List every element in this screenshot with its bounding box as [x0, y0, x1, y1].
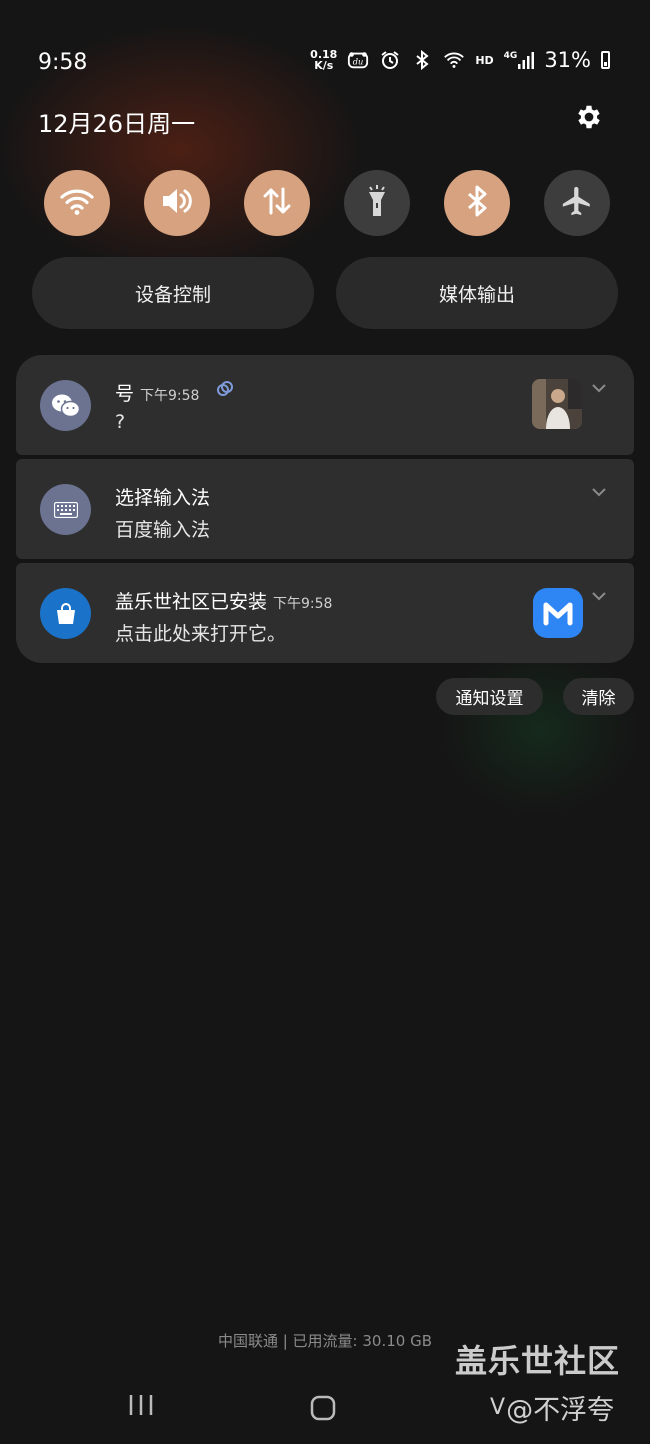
mobile-data-toggle[interactable] — [244, 170, 310, 236]
settings-gear-icon[interactable] — [572, 100, 606, 134]
notification-time: 下午9:58 — [140, 388, 200, 404]
svg-text:du: du — [353, 57, 364, 67]
notification-title: 盖乐世社区已安装 下午9:58 — [115, 587, 332, 614]
wifi-icon — [443, 49, 465, 71]
device-control-button[interactable]: 设备控制 — [32, 257, 314, 329]
flashlight-icon — [365, 184, 389, 222]
alarm-icon — [379, 49, 401, 71]
watermark-title: 盖乐世社区 — [455, 1342, 621, 1380]
keyboard-icon — [40, 484, 91, 535]
notification-title: 号下午9:58 — [115, 379, 234, 406]
wechat-icon — [40, 380, 91, 431]
baidu-input-icon: du — [347, 49, 369, 71]
notification-settings-label: 通知设置 — [455, 689, 524, 709]
home-button[interactable] — [309, 1394, 337, 1426]
notification-wechat[interactable]: 号下午9:58 ? — [16, 355, 634, 455]
expand-chevron-icon[interactable] — [590, 379, 608, 397]
weibo-v-icon: V — [490, 1395, 506, 1420]
bluetooth-icon — [411, 49, 433, 71]
media-output-label: 媒体输出 — [438, 283, 515, 306]
notification-app-installed[interactable]: 盖乐世社区已安装 下午9:58 点击此处来打开它。 — [16, 563, 634, 663]
notification-title-text: 号 — [115, 383, 135, 405]
signal-icon: 4G — [504, 51, 535, 69]
wifi-icon — [59, 186, 95, 220]
net-speed-unit: K/s — [314, 59, 334, 72]
device-control-label: 设备控制 — [134, 283, 211, 306]
notification-body: ? — [115, 411, 126, 433]
notification-body: 点击此处来打开它。 — [115, 623, 287, 645]
notification-time: 下午9:58 — [273, 596, 333, 612]
clear-button[interactable]: 清除 — [563, 678, 634, 715]
clear-label: 清除 — [581, 689, 616, 709]
notification-settings-button[interactable]: 通知设置 — [436, 678, 543, 715]
members-app-icon — [533, 588, 583, 638]
speaker-icon — [160, 186, 194, 220]
galaxy-store-icon — [40, 588, 91, 639]
notification-body: 百度输入法 — [115, 519, 211, 541]
date-label: 12月26日周一 — [38, 110, 196, 138]
status-icons: 0.18 K/s du HD 4G 31% — [310, 48, 610, 72]
airplane-toggle[interactable] — [544, 170, 610, 236]
quick-settings-row — [44, 170, 610, 236]
watermark-author: V @不浮夸 — [490, 1388, 614, 1427]
sound-toggle[interactable] — [144, 170, 210, 236]
network-type: 4G — [503, 51, 518, 61]
media-output-button[interactable]: 媒体输出 — [336, 257, 618, 329]
bluetooth-toggle[interactable] — [444, 170, 510, 236]
battery-percent: 31% — [544, 48, 591, 72]
notification-title-text: 盖乐世社区已安装 — [115, 591, 268, 613]
link-icon — [216, 380, 234, 403]
data-arrows-icon — [261, 185, 293, 221]
expand-chevron-icon[interactable] — [590, 483, 608, 501]
recent-apps-button[interactable] — [128, 1392, 154, 1422]
notification-input-method[interactable]: 选择输入法 百度输入法 — [16, 459, 634, 559]
battery-icon — [601, 51, 610, 69]
flashlight-toggle[interactable] — [344, 170, 410, 236]
airplane-icon — [560, 184, 594, 222]
notification-title: 选择输入法 — [115, 487, 211, 509]
bluetooth-icon — [466, 184, 488, 222]
expand-chevron-icon[interactable] — [590, 587, 608, 605]
hd-label: HD — [475, 53, 494, 67]
wifi-toggle[interactable] — [44, 170, 110, 236]
net-speed: 0.18 K/s — [310, 49, 337, 71]
status-time: 9:58 — [38, 50, 88, 75]
watermark-author-text: @不浮夸 — [506, 1395, 615, 1426]
contact-photo — [532, 379, 582, 429]
